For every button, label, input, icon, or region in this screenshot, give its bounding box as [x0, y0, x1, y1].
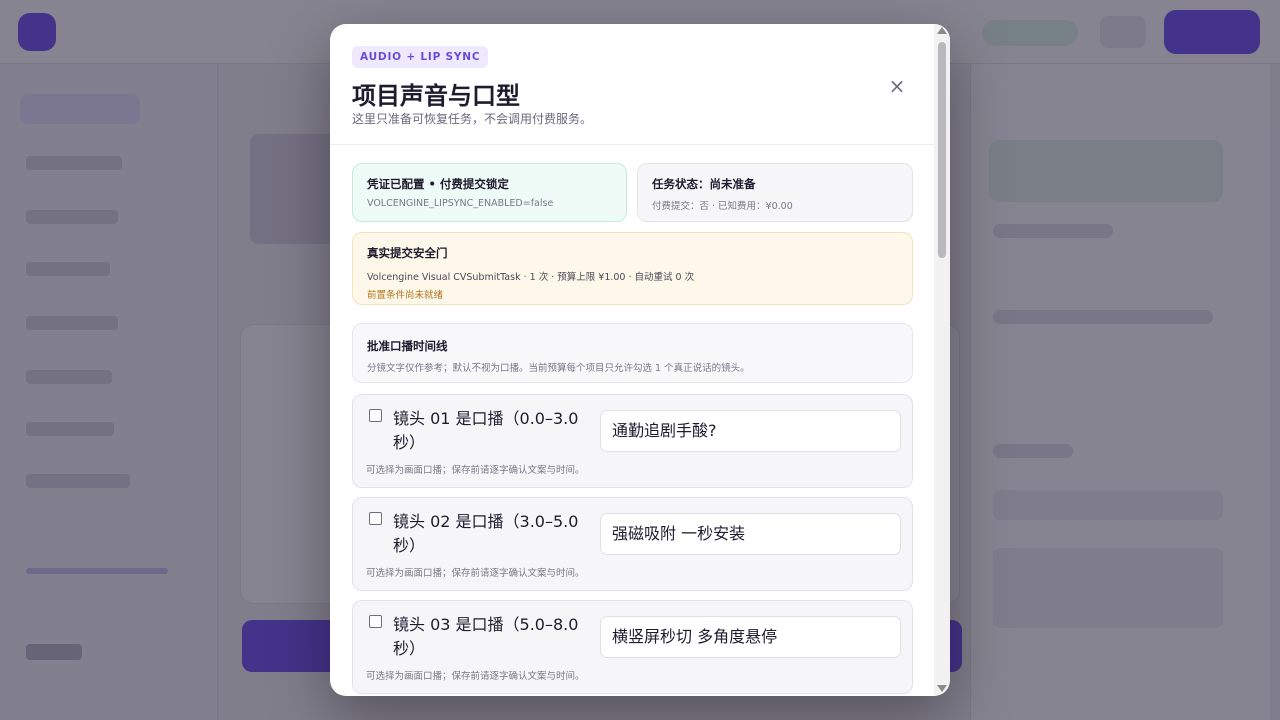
shot-note: 可选择为画面口播；保存前请逐字确认文案与时间。 — [366, 465, 585, 476]
scrollbar-thumb[interactable] — [938, 42, 946, 258]
safety-gate-card: 真实提交安全门 Volcengine Visual CVSubmitTask ·… — [352, 232, 913, 305]
shot-note: 可选择为画面口播；保存前请逐字确认文案与时间。 — [366, 671, 585, 682]
scroll-down-arrow-icon[interactable] — [937, 685, 947, 692]
shot-text-input[interactable]: 强磁吸附 一秒安装 — [600, 513, 901, 555]
shot-checkbox[interactable] — [369, 512, 382, 525]
modal-tag: AUDIO + LIP SYNC — [352, 46, 489, 68]
safety-gate-detail: Volcengine Visual CVSubmitTask · 1 次 · 预… — [367, 272, 695, 283]
modal-subtitle: 这里只准备可恢复任务，不会调用付费服务。 — [352, 112, 593, 126]
credentials-status-title: 凭证已配置 • 付费提交锁定 — [367, 177, 509, 191]
shot-note: 可选择为画面口播；保存前请逐字确认文案与时间。 — [366, 568, 585, 579]
shot-checkbox[interactable] — [369, 409, 382, 422]
task-status-title: 任务状态：尚未准备 — [652, 177, 756, 191]
safety-gate-title: 真实提交安全门 — [367, 246, 448, 260]
modal-body[interactable]: 凭证已配置 • 付费提交锁定 VOLCENGINE_LIPSYNC_ENABLE… — [330, 145, 934, 696]
shot-card: 镜头 02 是口播（3.0–5.0 秒） 可选择为画面口播；保存前请逐字确认文案… — [352, 497, 913, 591]
audio-lipsync-modal: AUDIO + LIP SYNC 项目声音与口型 这里只准备可恢复任务，不会调用… — [330, 24, 950, 696]
credentials-status-detail: VOLCENGINE_LIPSYNC_ENABLED=false — [367, 198, 554, 209]
scroll-up-arrow-icon[interactable] — [937, 27, 947, 34]
modal-header: AUDIO + LIP SYNC 项目声音与口型 这里只准备可恢复任务，不会调用… — [330, 24, 934, 145]
task-status-detail: 付费提交：否 · 已知费用：¥0.00 — [652, 201, 793, 212]
credentials-status-card: 凭证已配置 • 付费提交锁定 VOLCENGINE_LIPSYNC_ENABLE… — [352, 163, 627, 222]
shot-card: 镜头 01 是口播（0.0–3.0 秒） 可选择为画面口播；保存前请逐字确认文案… — [352, 394, 913, 488]
shot-checkbox[interactable] — [369, 615, 382, 628]
shot-text-input[interactable]: 通勤追剧手酸? — [600, 410, 901, 452]
shot-label: 镜头 01 是口播（0.0–3.0 秒） — [393, 409, 579, 452]
approved-timeline-card: 批准口播时间线 分镜文字仅作参考；默认不视为口播。当前预算每个项目只允许勾选 1… — [352, 323, 913, 383]
timeline-title: 批准口播时间线 — [367, 339, 448, 353]
modal-title: 项目声音与口型 — [352, 82, 520, 110]
shot-text-input[interactable]: 横竖屏秒切 多角度悬停 — [600, 616, 901, 658]
modal-scrollbar[interactable] — [934, 24, 950, 696]
task-status-card: 任务状态：尚未准备 付费提交：否 · 已知费用：¥0.00 — [637, 163, 913, 222]
safety-gate-warning: 前置条件尚未就绪 — [367, 290, 444, 301]
close-icon[interactable]: × — [884, 74, 910, 100]
shot-card: 镜头 03 是口播（5.0–8.0 秒） 可选择为画面口播；保存前请逐字确认文案… — [352, 600, 913, 694]
timeline-description: 分镜文字仅作参考；默认不视为口播。当前预算每个项目只允许勾选 1 个真正说话的镜… — [367, 363, 750, 374]
shot-label: 镜头 02 是口播（3.0–5.0 秒） — [393, 512, 579, 555]
shot-label: 镜头 03 是口播（5.0–8.0 秒） — [393, 615, 579, 658]
